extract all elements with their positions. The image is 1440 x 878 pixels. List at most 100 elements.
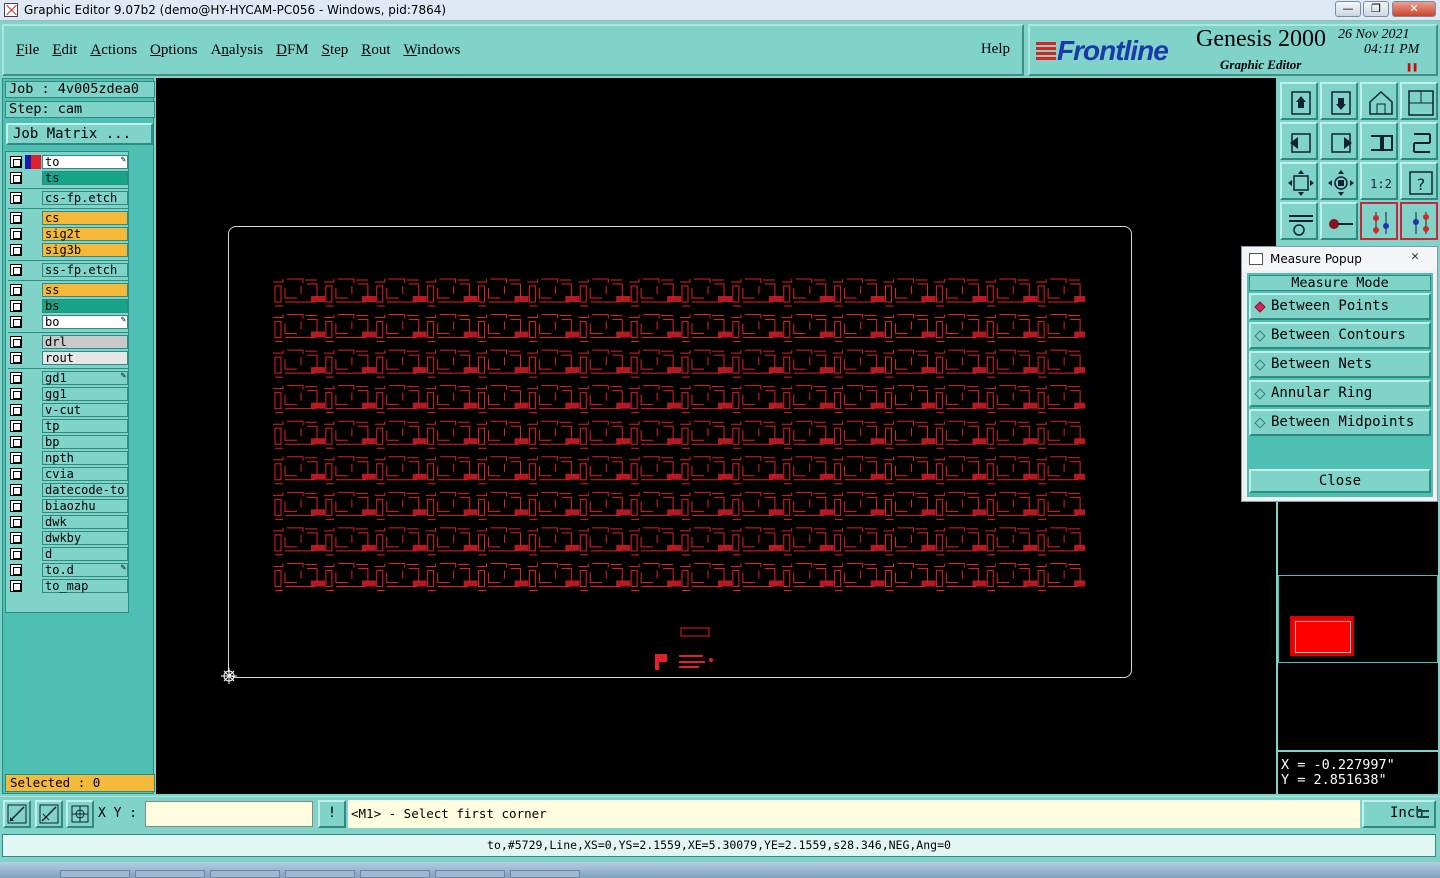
layer-color-alt-button[interactable] (1400, 202, 1438, 240)
probe-button[interactable] (1320, 202, 1358, 240)
popup-close-button[interactable]: Close (1249, 469, 1431, 493)
ratio-button[interactable]: 1:2 (1360, 162, 1398, 200)
layer-row-d[interactable]: d (8, 547, 128, 561)
layer-name[interactable]: rout (42, 351, 128, 365)
swap-button[interactable] (1360, 122, 1398, 160)
pan-right-button[interactable] (1320, 122, 1358, 160)
layer-name[interactable]: cs-fp.etch (42, 191, 128, 205)
layer-name[interactable]: ss-fp.etch (42, 263, 128, 277)
layer-checkbox[interactable] (10, 564, 22, 576)
menu-help[interactable]: Help (981, 41, 1010, 58)
layer-checkbox[interactable] (10, 300, 22, 312)
layer-row-to.d[interactable]: to.d ✎ (8, 563, 128, 577)
layer-name[interactable]: biaozhu (42, 499, 128, 513)
menu-dfm[interactable]: DFM (276, 42, 309, 59)
home-button[interactable] (1360, 82, 1398, 120)
zoom-fit-down-button[interactable] (1320, 82, 1358, 120)
layer-checkbox[interactable] (10, 468, 22, 480)
layer-name[interactable]: to.d (42, 563, 128, 577)
layer-checkbox[interactable] (10, 244, 22, 256)
layer-row-gd1[interactable]: gd1 ✎ (8, 371, 128, 385)
layer-row-ts[interactable]: ts (8, 171, 128, 185)
layer-checkbox[interactable] (10, 388, 22, 400)
maximize-button[interactable]: ❐ (1363, 1, 1389, 17)
layer-name[interactable]: drl (42, 335, 128, 349)
layer-checkbox[interactable] (10, 484, 22, 496)
measure-option-annular-ring[interactable]: Annular Ring (1249, 380, 1431, 407)
layer-row-ss[interactable]: ss (8, 283, 128, 297)
snap-icon[interactable] (3, 800, 31, 828)
menu-actions[interactable]: Actions (90, 42, 137, 59)
layer-name[interactable]: cvia (42, 467, 128, 481)
layer-row-cs-fp.etch[interactable]: cs-fp.etch (8, 191, 128, 205)
measure-option-between-nets[interactable]: Between Nets (1249, 351, 1431, 378)
layer-checkbox[interactable] (10, 532, 22, 544)
zoom-center-button[interactable] (1320, 162, 1358, 200)
layer-name[interactable]: tp (42, 419, 128, 433)
layer-name[interactable]: to (42, 155, 128, 169)
layer-name[interactable]: bs (42, 299, 128, 313)
layer-checkbox[interactable] (10, 436, 22, 448)
measure-option-between-midpoints[interactable]: Between Midpoints (1249, 409, 1431, 436)
taskbar-item[interactable] (285, 870, 355, 878)
pan-left-button[interactable] (1280, 122, 1318, 160)
layer-checkbox[interactable] (10, 172, 22, 184)
layer-name[interactable]: gg1 (42, 387, 128, 401)
minimize-button[interactable]: — (1335, 1, 1361, 17)
layer-checkbox[interactable] (10, 372, 22, 384)
layer-row-gg1[interactable]: gg1 (8, 387, 128, 401)
layer-row-dwkby[interactable]: dwkby (8, 531, 128, 545)
settings-button[interactable] (1280, 202, 1318, 240)
zoom-extents-button[interactable] (1280, 162, 1318, 200)
popup-close-icon[interactable]: ✕ (1411, 249, 1419, 264)
layer-name[interactable]: sig3b (42, 243, 128, 257)
layer-checkbox[interactable] (10, 228, 22, 240)
layer-name[interactable]: ss (42, 283, 128, 297)
taskbar-item[interactable] (60, 870, 130, 878)
panel-button[interactable] (1400, 82, 1438, 120)
layer-checkbox[interactable] (10, 192, 22, 204)
layer-checkbox[interactable] (10, 452, 22, 464)
menu-edit[interactable]: Edit (52, 42, 77, 59)
menu-step[interactable]: Step (322, 42, 349, 59)
layer-checkbox[interactable] (10, 156, 22, 168)
layer-color-button[interactable] (1360, 202, 1398, 240)
measure-option-between-points[interactable]: Between Points (1249, 293, 1431, 320)
layer-name[interactable]: to_map (42, 579, 128, 593)
help-button[interactable]: ? (1400, 162, 1438, 200)
units-selector[interactable]: Inch (1362, 800, 1436, 828)
job-matrix-button[interactable]: Job Matrix ... (6, 123, 153, 145)
layer-checkbox[interactable] (10, 352, 22, 364)
layer-row-bo[interactable]: bo ✎ (8, 315, 128, 329)
layer-name[interactable]: dwkby (42, 531, 128, 545)
layer-row-to[interactable]: to ✎ (8, 155, 128, 169)
layer-checkbox[interactable] (10, 420, 22, 432)
layer-name[interactable]: gd1 (42, 371, 128, 385)
layer-checkbox[interactable] (10, 580, 22, 592)
layer-row-drl[interactable]: drl (8, 335, 128, 349)
layer-name[interactable]: sig2t (42, 227, 128, 241)
graphic-canvas[interactable] (156, 78, 1276, 794)
layer-checkbox[interactable] (10, 284, 22, 296)
redo-button[interactable] (1400, 122, 1438, 160)
layer-name[interactable]: ts (42, 171, 128, 185)
measure-tool-icon[interactable] (35, 800, 63, 828)
layer-name[interactable]: d (42, 547, 128, 561)
layer-checkbox[interactable] (10, 316, 22, 328)
layer-name[interactable]: dwk (42, 515, 128, 529)
layer-row-tp[interactable]: tp (8, 419, 128, 433)
layer-name[interactable]: datecode-to (42, 483, 128, 497)
menu-analysis[interactable]: Analysis (211, 42, 264, 59)
layer-row-to_map[interactable]: to_map (8, 579, 128, 593)
layer-row-sig3b[interactable]: sig3b (8, 243, 128, 257)
layer-checkbox[interactable] (10, 548, 22, 560)
pause-icon[interactable]: ❚❚ (1406, 62, 1418, 73)
taskbar-item[interactable] (135, 870, 205, 878)
menu-file[interactable]: File (16, 42, 39, 59)
taskbar-item[interactable] (360, 870, 430, 878)
taskbar-item[interactable] (210, 870, 280, 878)
command-button[interactable]: ! (318, 800, 346, 828)
layer-checkbox[interactable] (10, 212, 22, 224)
layer-row-ss-fp.etch[interactable]: ss-fp.etch (8, 263, 128, 277)
close-button[interactable]: ✕ (1392, 1, 1436, 17)
